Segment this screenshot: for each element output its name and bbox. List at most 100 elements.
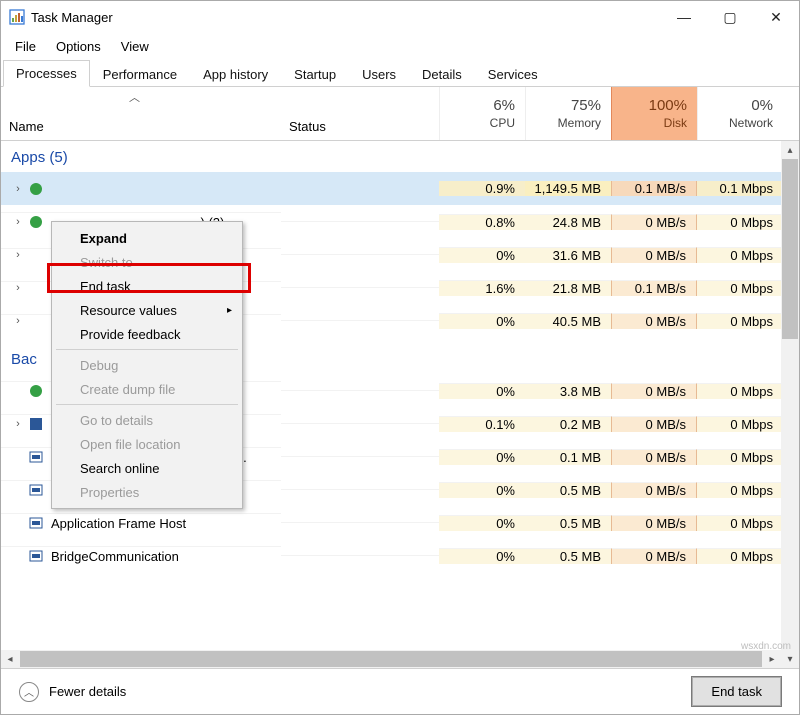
cell-mem: 24.8 MB <box>525 214 611 230</box>
process-icon <box>27 547 45 565</box>
cell-mem: 1,149.5 MB <box>525 181 611 196</box>
scroll-thumb[interactable] <box>782 159 798 339</box>
ctx-resource-values[interactable]: Resource values▸ <box>54 298 240 322</box>
cell-disk: 0 MB/s <box>611 313 697 329</box>
chevron-right-icon[interactable]: › <box>9 249 27 261</box>
cell-disk: 0.1 MB/s <box>611 280 697 296</box>
ctx-open-file-loc: Open file location <box>54 432 240 456</box>
ctx-expand[interactable]: Expand <box>54 226 240 250</box>
scroll-down-icon[interactable]: ▾ <box>781 650 799 668</box>
hscroll-thumb[interactable] <box>20 651 762 667</box>
chevron-right-icon[interactable]: › <box>9 282 27 294</box>
cell-cpu: 0% <box>439 313 525 329</box>
close-button[interactable]: ✕ <box>753 1 799 33</box>
window-title: Task Manager <box>31 10 661 25</box>
cell-net: 0 Mbps <box>697 313 783 329</box>
group-apps[interactable]: Apps (5) <box>1 141 799 172</box>
chevron-right-icon[interactable]: › <box>9 216 27 228</box>
table-row[interactable]: › BridgeCommunication 0% 0.5 MB 0 MB/s 0… <box>1 539 799 572</box>
header-network[interactable]: 0% Network <box>697 87 783 140</box>
end-task-button[interactable]: End task <box>692 677 781 706</box>
column-headers: ︿ Name Status 6% CPU 75% Memory 100% Dis… <box>1 87 799 141</box>
horizontal-scrollbar[interactable]: ◂ ▸ <box>1 650 781 668</box>
cell-net: 0 Mbps <box>697 548 783 564</box>
cell-disk: 0 MB/s <box>611 416 697 432</box>
cell-mem: 40.5 MB <box>525 313 611 329</box>
tab-services[interactable]: Services <box>475 61 551 87</box>
ctx-end-task[interactable]: End task <box>54 274 240 298</box>
ctx-separator <box>56 404 238 405</box>
scroll-up-icon[interactable]: ▴ <box>781 141 799 159</box>
header-cpu[interactable]: 6% CPU <box>439 87 525 140</box>
chevron-right-icon[interactable]: › <box>9 315 27 327</box>
table-row[interactable]: › Application Frame Host 0% 0.5 MB 0 MB/… <box>1 506 799 539</box>
cell-disk: 0 MB/s <box>611 383 697 399</box>
sort-chevron-icon: ︿ <box>129 89 140 105</box>
cell-mem: 0.5 MB <box>525 515 611 531</box>
cell-disk: 0 MB/s <box>611 247 697 263</box>
cell-cpu: 0% <box>439 548 525 564</box>
cell-net: 0 Mbps <box>697 247 783 263</box>
cell-disk: 0 MB/s <box>611 515 697 531</box>
menubar: File Options View <box>1 33 799 59</box>
ctx-search-online[interactable]: Search online <box>54 456 240 480</box>
tab-performance[interactable]: Performance <box>90 61 190 87</box>
cell-cpu: 0% <box>439 449 525 465</box>
footer: ︿ Fewer details End task <box>1 668 799 714</box>
vertical-scrollbar[interactable]: ▴ ▾ <box>781 141 799 668</box>
scroll-right-icon[interactable]: ▸ <box>763 654 781 665</box>
cell-cpu: 0% <box>439 515 525 531</box>
cell-disk: 0 MB/s <box>611 449 697 465</box>
cell-cpu: 0.9% <box>439 181 525 196</box>
chevron-right-icon[interactable]: › <box>9 183 27 195</box>
tab-details[interactable]: Details <box>409 61 475 87</box>
process-icon <box>27 415 45 433</box>
header-name[interactable]: Name <box>1 87 281 140</box>
tab-users[interactable]: Users <box>349 61 409 87</box>
tab-startup[interactable]: Startup <box>281 61 349 87</box>
cell-cpu: 0% <box>439 482 525 498</box>
tab-processes[interactable]: Processes <box>3 60 90 87</box>
header-mem-pct: 75% <box>571 97 601 114</box>
ctx-switch-to: Switch to <box>54 250 240 274</box>
maximize-button[interactable]: ▢ <box>707 1 753 33</box>
cell-cpu: 0% <box>439 383 525 399</box>
process-icon <box>27 382 45 400</box>
cell-mem: 31.6 MB <box>525 247 611 263</box>
menu-file[interactable]: File <box>5 37 46 56</box>
cell-cpu: 0.1% <box>439 416 525 432</box>
scroll-left-icon[interactable]: ◂ <box>1 654 19 665</box>
header-memory[interactable]: 75% Memory <box>525 87 611 140</box>
menu-options[interactable]: Options <box>46 37 111 56</box>
header-net-pct: 0% <box>751 97 773 114</box>
header-cpu-label: CPU <box>490 116 515 130</box>
cell-net: 0.1 Mbps <box>697 181 783 196</box>
ctx-provide-feedback[interactable]: Provide feedback <box>54 322 240 346</box>
cell-net: 0 Mbps <box>697 515 783 531</box>
cell-cpu: 1.6% <box>439 280 525 296</box>
cell-mem: 0.5 MB <box>525 548 611 564</box>
ctx-go-to-details: Go to details <box>54 408 240 432</box>
cell-mem: 21.8 MB <box>525 280 611 296</box>
cell-mem: 3.8 MB <box>525 383 611 399</box>
process-icon <box>27 213 45 231</box>
app-icon <box>9 9 25 25</box>
chevron-up-circle-icon[interactable]: ︿ <box>19 682 39 702</box>
cell-net: 0 Mbps <box>697 280 783 296</box>
minimize-button[interactable]: — <box>661 1 707 33</box>
table-row[interactable]: › 0.9% 1,149.5 MB 0.1 MB/s 0.1 Mbps <box>1 172 799 205</box>
process-name: BridgeCommunication <box>51 549 179 564</box>
chevron-right-icon[interactable]: › <box>9 418 27 430</box>
ctx-resource-values-label: Resource values <box>80 303 177 318</box>
header-status[interactable]: Status <box>281 87 439 140</box>
header-mem-label: Memory <box>558 116 601 130</box>
process-name: Application Frame Host <box>51 516 186 531</box>
fewer-details-link[interactable]: Fewer details <box>49 684 126 699</box>
ctx-properties: Properties <box>54 480 240 504</box>
tab-app-history[interactable]: App history <box>190 61 281 87</box>
ctx-separator <box>56 349 238 350</box>
header-disk[interactable]: 100% Disk <box>611 87 697 140</box>
menu-view[interactable]: View <box>111 37 159 56</box>
cell-net: 0 Mbps <box>697 214 783 230</box>
cell-mem: 0.1 MB <box>525 449 611 465</box>
